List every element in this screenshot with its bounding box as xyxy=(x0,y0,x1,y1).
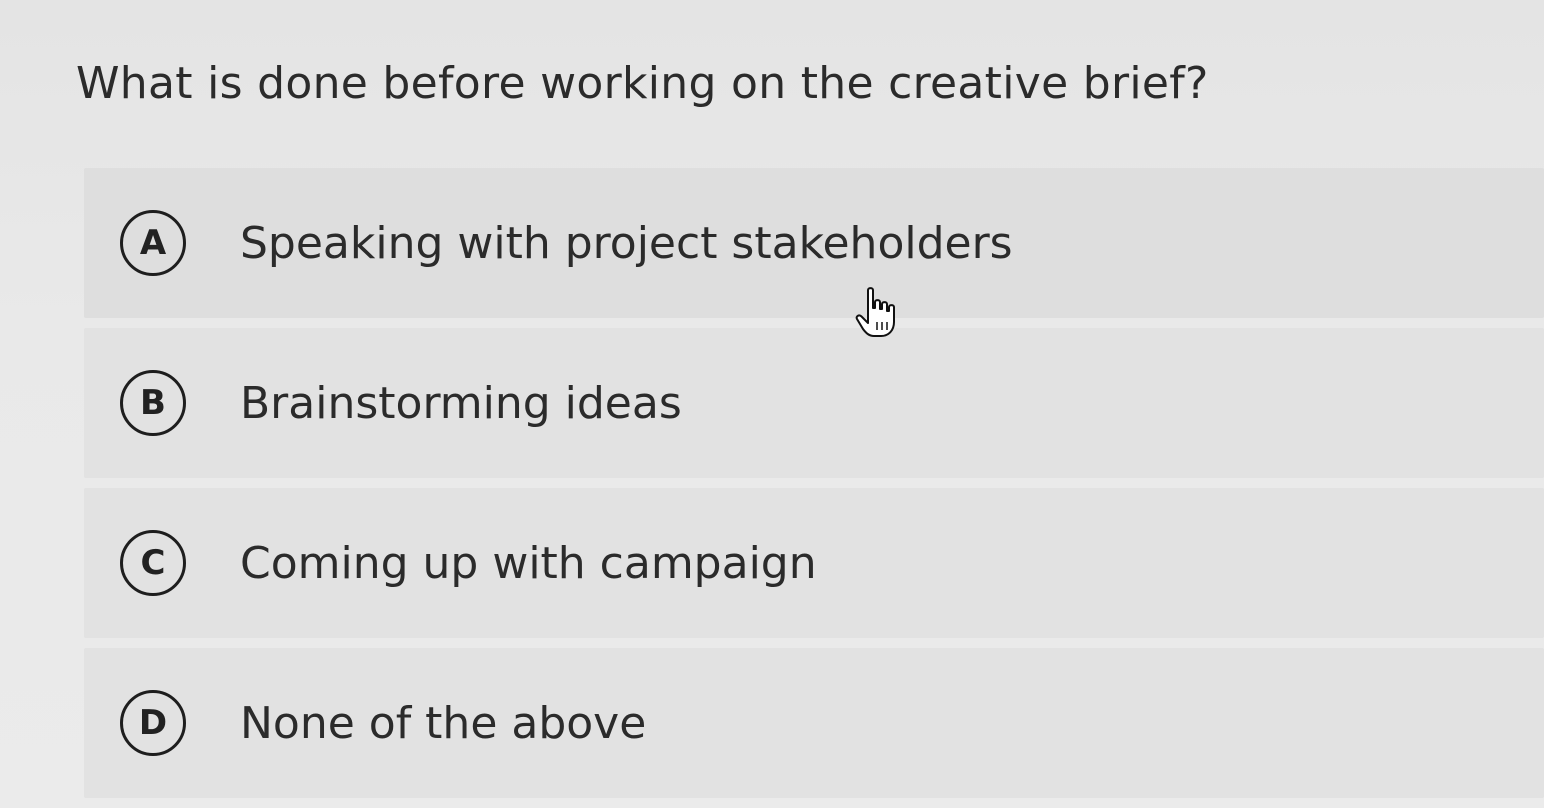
option-b-label: Brainstorming ideas xyxy=(240,377,682,429)
option-a-label: Speaking with project stakeholders xyxy=(240,217,1013,269)
option-d-letter-badge: D xyxy=(120,690,186,756)
option-d-label: None of the above xyxy=(240,697,647,749)
option-b[interactable]: B Brainstorming ideas xyxy=(84,328,1544,478)
hand-pointer-icon xyxy=(855,287,895,337)
option-a-letter-badge: A xyxy=(120,210,186,276)
option-d[interactable]: D None of the above xyxy=(84,648,1544,798)
question-text: What is done before working on the creat… xyxy=(76,58,1209,109)
answer-options: A Speaking with project stakeholders B B… xyxy=(84,168,1544,808)
option-a[interactable]: A Speaking with project stakeholders xyxy=(84,168,1544,318)
option-b-letter-badge: B xyxy=(120,370,186,436)
option-c-label: Coming up with campaign xyxy=(240,537,817,589)
option-c-letter-badge: C xyxy=(120,530,186,596)
option-c[interactable]: C Coming up with campaign xyxy=(84,488,1544,638)
